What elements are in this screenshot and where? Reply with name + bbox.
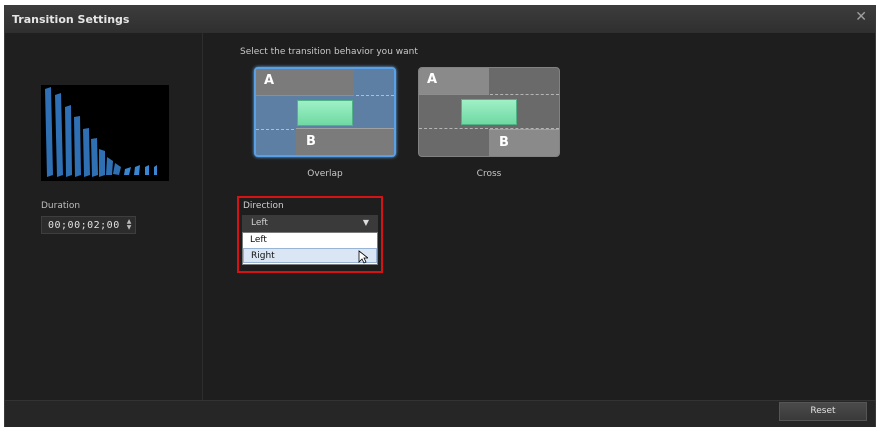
dropdown-option-left[interactable]: Left	[243, 233, 377, 248]
transition-block	[461, 99, 517, 125]
dialog-title: Transition Settings	[12, 13, 130, 26]
clip-a-label: A	[264, 73, 275, 88]
clip-b: B	[296, 128, 394, 155]
direction-label: Direction	[243, 201, 284, 211]
clip-b: B	[489, 129, 559, 156]
title-bar: Transition Settings ✕	[5, 6, 875, 33]
overlap-caption: Overlap	[307, 169, 343, 179]
reset-button[interactable]: Reset	[779, 402, 867, 421]
direction-highlight-frame: Direction Left ▼ Left Right	[237, 196, 383, 273]
overlap-option[interactable]: A B	[254, 67, 396, 157]
left-panel: Duration 00;00;02;00 ▲ ▼	[5, 33, 203, 400]
clip-b-label: B	[499, 135, 509, 150]
mouse-cursor-icon	[358, 250, 368, 264]
clip-b-label: B	[306, 134, 316, 149]
behavior-instruction: Select the transition behavior you want	[240, 47, 418, 57]
transition-block	[297, 100, 353, 126]
clip-a: A	[419, 68, 489, 95]
transition-settings-dialog: Transition Settings ✕ Duration 00;00;02;…	[4, 5, 876, 427]
close-icon[interactable]: ✕	[855, 9, 867, 25]
clip-a-label: A	[427, 72, 438, 87]
duration-value: 00;00;02;00	[48, 220, 120, 231]
clip-a: A	[256, 69, 354, 96]
duration-label: Duration	[41, 201, 81, 211]
duration-spinner-icon[interactable]: ▲ ▼	[125, 219, 133, 231]
dropdown-option-right[interactable]: Right	[243, 248, 377, 263]
direction-dropdown-list: Left Right	[242, 232, 378, 265]
footer-bar	[5, 400, 875, 427]
cross-caption: Cross	[476, 169, 502, 179]
direction-selected-value: Left	[251, 218, 268, 228]
chevron-down-icon: ▼	[362, 218, 369, 227]
cross-option[interactable]: A B	[418, 67, 560, 157]
direction-select[interactable]: Left ▼	[242, 215, 378, 232]
duration-timecode-input[interactable]: 00;00;02;00 ▲ ▼	[41, 216, 136, 234]
transition-preview-thumbnail	[41, 85, 169, 181]
